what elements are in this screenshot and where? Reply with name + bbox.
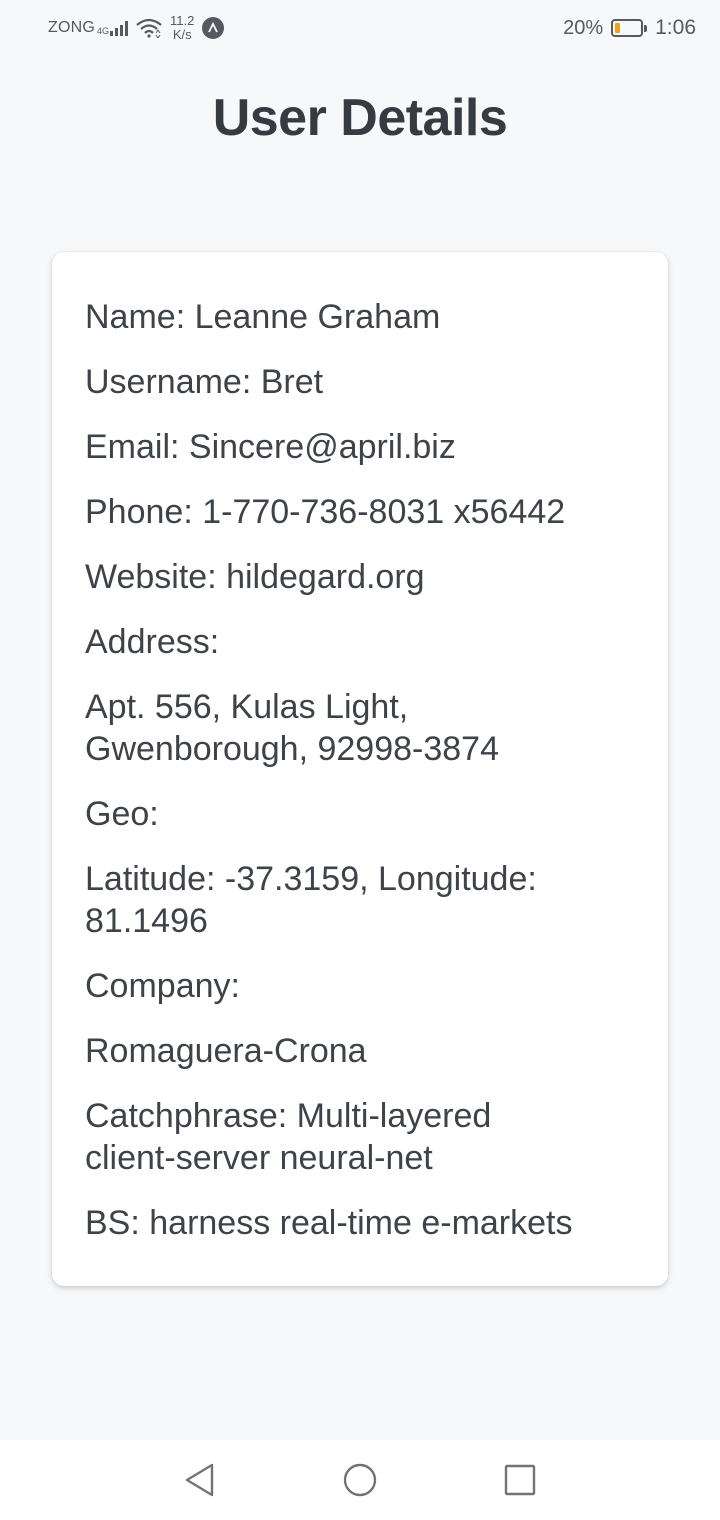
- signal-icon: [110, 20, 129, 36]
- user-details-card: Name: Leanne Graham Username: Bret Email…: [52, 252, 668, 1286]
- status-bar-left: ZONG 4G 11.2 K/s: [48, 14, 225, 42]
- carrier-name: ZONG: [48, 19, 96, 36]
- network-type: 4G: [97, 26, 110, 36]
- status-bar: ZONG 4G 11.2 K/s 20% 1:06: [0, 0, 720, 56]
- bs-line: BS: harness real-time e-markets: [85, 1204, 573, 1242]
- company-label: Company:: [85, 967, 240, 1005]
- speed-value: 11.2: [170, 13, 195, 28]
- username-line: Username: Bret: [85, 363, 324, 401]
- recents-icon[interactable]: [502, 1462, 538, 1498]
- navigation-bar: [0, 1440, 720, 1520]
- phone-line: Phone: 1-770-736-8031 x56442: [85, 493, 566, 531]
- status-bar-right: 20% 1:06: [563, 16, 696, 40]
- clock: 1:06: [655, 16, 696, 39]
- address-value: Apt. 556, Kulas Light, Gwenborough, 9299…: [85, 688, 499, 768]
- website-line: Website: hildegard.org: [85, 558, 425, 596]
- back-icon[interactable]: [182, 1462, 218, 1498]
- battery-percent: 20%: [563, 16, 604, 39]
- battery-fill: [615, 23, 620, 33]
- geo-value: Latitude: -37.3159, Longitude: 81.1496: [85, 860, 537, 940]
- email-line: Email: Sincere@april.biz: [85, 428, 456, 466]
- battery-icon: [611, 19, 648, 37]
- geo-label: Geo:: [85, 795, 159, 833]
- name-line: Name: Leanne Graham: [85, 298, 441, 336]
- home-icon[interactable]: [342, 1462, 378, 1498]
- app-notification-icon: [202, 17, 225, 39]
- network-speed: 11.2 K/s: [170, 14, 194, 42]
- address-label: Address:: [85, 623, 220, 661]
- page-title: User Details: [212, 89, 508, 147]
- wifi-icon: [136, 18, 162, 38]
- speed-unit: K/s: [172, 27, 192, 42]
- company-name: Romaguera-Crona: [85, 1032, 367, 1070]
- catchphrase-line: Catchphrase: Multi-layered client-server…: [85, 1097, 492, 1177]
